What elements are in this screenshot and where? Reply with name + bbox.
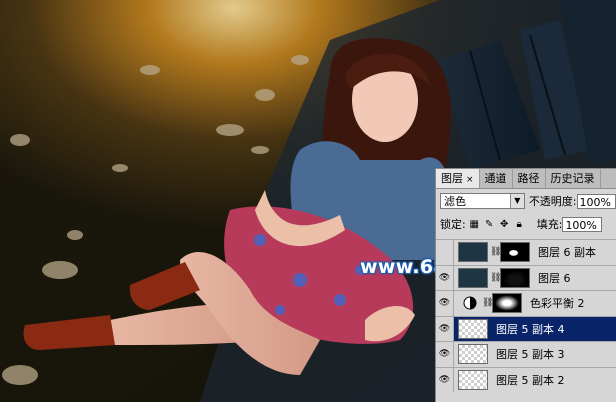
fill-label: 填充: (536, 218, 563, 231)
layer-row[interactable]: 👁︎ ⛓︎ 色彩平衡 2 (436, 290, 616, 316)
layer-row[interactable]: 👁︎ 图层 5 副本 2 (436, 366, 616, 392)
lock-brush-icon[interactable]: ✎ (484, 219, 495, 230)
eye-icon[interactable]: 👁︎ (436, 265, 454, 290)
link-chain-icon[interactable]: ⛓︎ (490, 247, 501, 257)
tab-paths[interactable]: 路径 (513, 169, 546, 188)
layer-name: 图层 5 副本 3 (496, 348, 565, 362)
lock-transparency-icon[interactable]: ▦ (469, 219, 480, 230)
tab-channels[interactable]: 通道 (480, 169, 513, 188)
layer-name: 图层 5 副本 4 (496, 322, 565, 336)
layer-mask-thumbnail[interactable] (500, 242, 530, 263)
tab-paths-label: 路径 (517, 172, 540, 185)
fill-input[interactable]: 100% (562, 216, 603, 232)
layer-mask-thumbnail[interactable] (492, 293, 522, 314)
layer-mask-thumbnail[interactable] (500, 267, 530, 288)
visibility-toggle-empty[interactable] (436, 240, 454, 265)
eye-icon[interactable]: 👁︎ (436, 291, 454, 316)
opacity-input[interactable]: 100% (576, 193, 616, 209)
layer-name: 色彩平衡 2 (530, 297, 585, 311)
lock-move-icon[interactable]: ✥ (499, 219, 510, 230)
adjustment-layer-icon (460, 293, 480, 313)
eye-icon[interactable]: 👁︎ (436, 342, 454, 367)
tab-history[interactable]: 历史记录 (546, 169, 601, 188)
layer-name: 图层 5 副本 2 (496, 373, 565, 387)
eye-icon[interactable]: 👁︎ (436, 316, 454, 341)
tab-layers[interactable]: 图层 × (436, 169, 480, 188)
layer-thumbnail (458, 267, 488, 288)
close-icon[interactable]: × (466, 175, 474, 185)
tab-history-label: 历史记录 (550, 172, 595, 185)
layers-list: ⛓︎ 图层 6 副本 👁︎ ⛓︎ 图层 6 👁︎ ⛓︎ 色彩平衡 2 👁︎ 图层… (436, 239, 616, 392)
blend-mode-select[interactable]: 滤色 ▼ (440, 193, 525, 209)
layer-row[interactable]: 👁︎ 图层 5 副本 3 (436, 341, 616, 367)
lock-label: 锁定: (440, 218, 466, 231)
layer-name: 图层 6 (538, 271, 571, 285)
layer-row[interactable]: 👁︎ ⛓︎ 图层 6 (436, 264, 616, 290)
layer-row[interactable]: ⛓︎ 图层 6 副本 (436, 239, 616, 265)
tab-channels-label: 通道 (484, 172, 507, 185)
tab-layers-label: 图层 (441, 172, 463, 185)
eye-icon[interactable]: 👁︎ (436, 367, 454, 392)
blend-row: 滤色 ▼ 不透明度: 100% (436, 189, 616, 213)
blend-mode-value: 滤色 (444, 195, 466, 208)
layer-thumbnail (458, 369, 488, 390)
panel-tabs: 图层 × 通道 路径 历史记录 (436, 169, 616, 189)
chevron-down-icon[interactable]: ▼ (509, 194, 524, 208)
layer-thumbnail (458, 318, 488, 339)
opacity-label: 不透明度: (528, 195, 577, 208)
link-chain-icon[interactable]: ⛓︎ (490, 273, 501, 283)
layer-name: 图层 6 副本 (538, 246, 596, 260)
lock-all-icon[interactable]: 🔒︎ (514, 219, 525, 230)
screen: www.68ps.com 图层× 通道 路径 历史记录 滤色 ▼ 不透明度: 1… (0, 0, 616, 402)
half-circle-icon (463, 296, 477, 310)
layer-row-selected[interactable]: 👁︎ 图层 5 副本 4 (436, 315, 616, 341)
lock-row: 锁定: ▦ ✎ ✥ 🔒︎ 填充: 100% (436, 213, 616, 235)
link-chain-icon[interactable]: ⛓︎ (482, 298, 493, 308)
layer-thumbnail (458, 344, 488, 365)
layer-thumbnail (458, 242, 488, 263)
layers-panel: 图层 × 通道 路径 历史记录 滤色 ▼ 不透明度: 100% 锁定: ▦ ✎ ✥… (435, 168, 616, 402)
